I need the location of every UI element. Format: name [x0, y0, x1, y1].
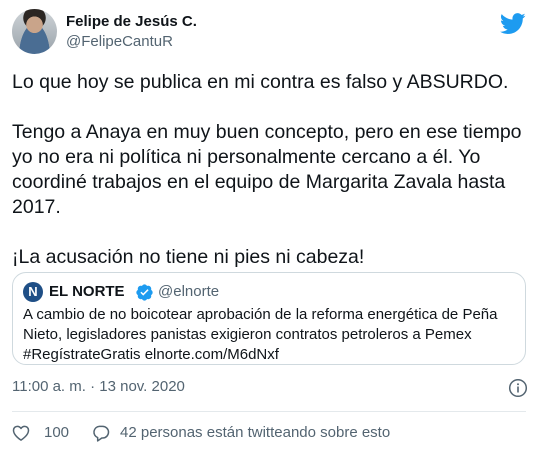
tweet-paragraph: Lo que hoy se publica en mi contra es fa…: [12, 71, 509, 93]
tweet-body: Lo que hoy se publica en mi contra es fa…: [12, 70, 526, 270]
quoted-author-handle: @elnorte: [158, 283, 220, 300]
twitter-bird-icon[interactable]: [500, 13, 526, 35]
tweet-paragraph: Tengo a Anaya en muy buen concepto, pero…: [12, 121, 522, 218]
quoted-tweet-text: A cambio de no boicotear aprobación de l…: [23, 306, 498, 363]
quoted-author-name: EL NORTE: [49, 283, 125, 300]
verified-badge-icon: [136, 284, 153, 301]
avatar[interactable]: [12, 9, 57, 54]
author-handle[interactable]: @FelipeCantuR: [66, 33, 173, 50]
like-count[interactable]: 100: [44, 424, 69, 441]
heart-icon[interactable]: [11, 423, 31, 443]
reply-bubble-icon[interactable]: [91, 423, 111, 443]
tweet-paragraph: ¡La acusación no tiene ni pies ni cabeza…: [12, 246, 365, 268]
conversation-link[interactable]: 42 personas están twitteando sobre esto: [120, 424, 390, 441]
tweet-timestamp[interactable]: 11:00 a. m. · 13 nov. 2020: [12, 378, 185, 395]
quoted-logo-letter: N: [28, 284, 38, 299]
quoted-avatar: N: [23, 282, 43, 302]
info-icon[interactable]: [508, 378, 528, 398]
tweet-card: Felipe de Jesús C. @FelipeCantuR Lo que …: [0, 0, 538, 456]
author-name[interactable]: Felipe de Jesús C.: [66, 13, 197, 30]
divider: [12, 411, 526, 412]
quoted-tweet[interactable]: N EL NORTE @elnorte A cambio de no boico…: [12, 272, 526, 365]
